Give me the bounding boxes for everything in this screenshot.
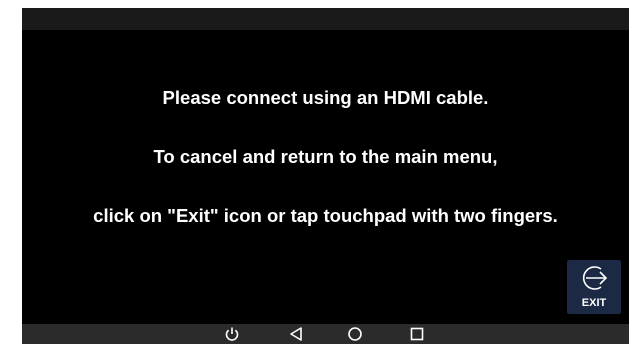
- navigation-bar: [22, 324, 629, 344]
- nav-recent-button[interactable]: [405, 324, 429, 344]
- recent-apps-square-icon: [410, 327, 424, 341]
- status-bar: [22, 8, 629, 30]
- power-icon: [225, 327, 239, 341]
- back-triangle-icon: [290, 327, 302, 341]
- exit-arrow-icon: [582, 266, 608, 290]
- nav-power-button[interactable]: [220, 324, 244, 344]
- nav-home-button[interactable]: [343, 324, 367, 344]
- home-circle-icon: [348, 327, 362, 341]
- instruction-line-2: To cancel and return to the main menu,: [153, 146, 498, 167]
- instruction-line-1: Please connect using an HDMI cable.: [162, 87, 489, 108]
- nav-back-button[interactable]: [284, 324, 308, 344]
- exit-label: EXIT: [581, 297, 607, 309]
- exit-button[interactable]: EXIT: [567, 260, 621, 314]
- instruction-line-3: click on "Exit" icon or tap touchpad wit…: [93, 205, 558, 226]
- device-screen: Please connect using an HDMI cable. To c…: [22, 8, 629, 344]
